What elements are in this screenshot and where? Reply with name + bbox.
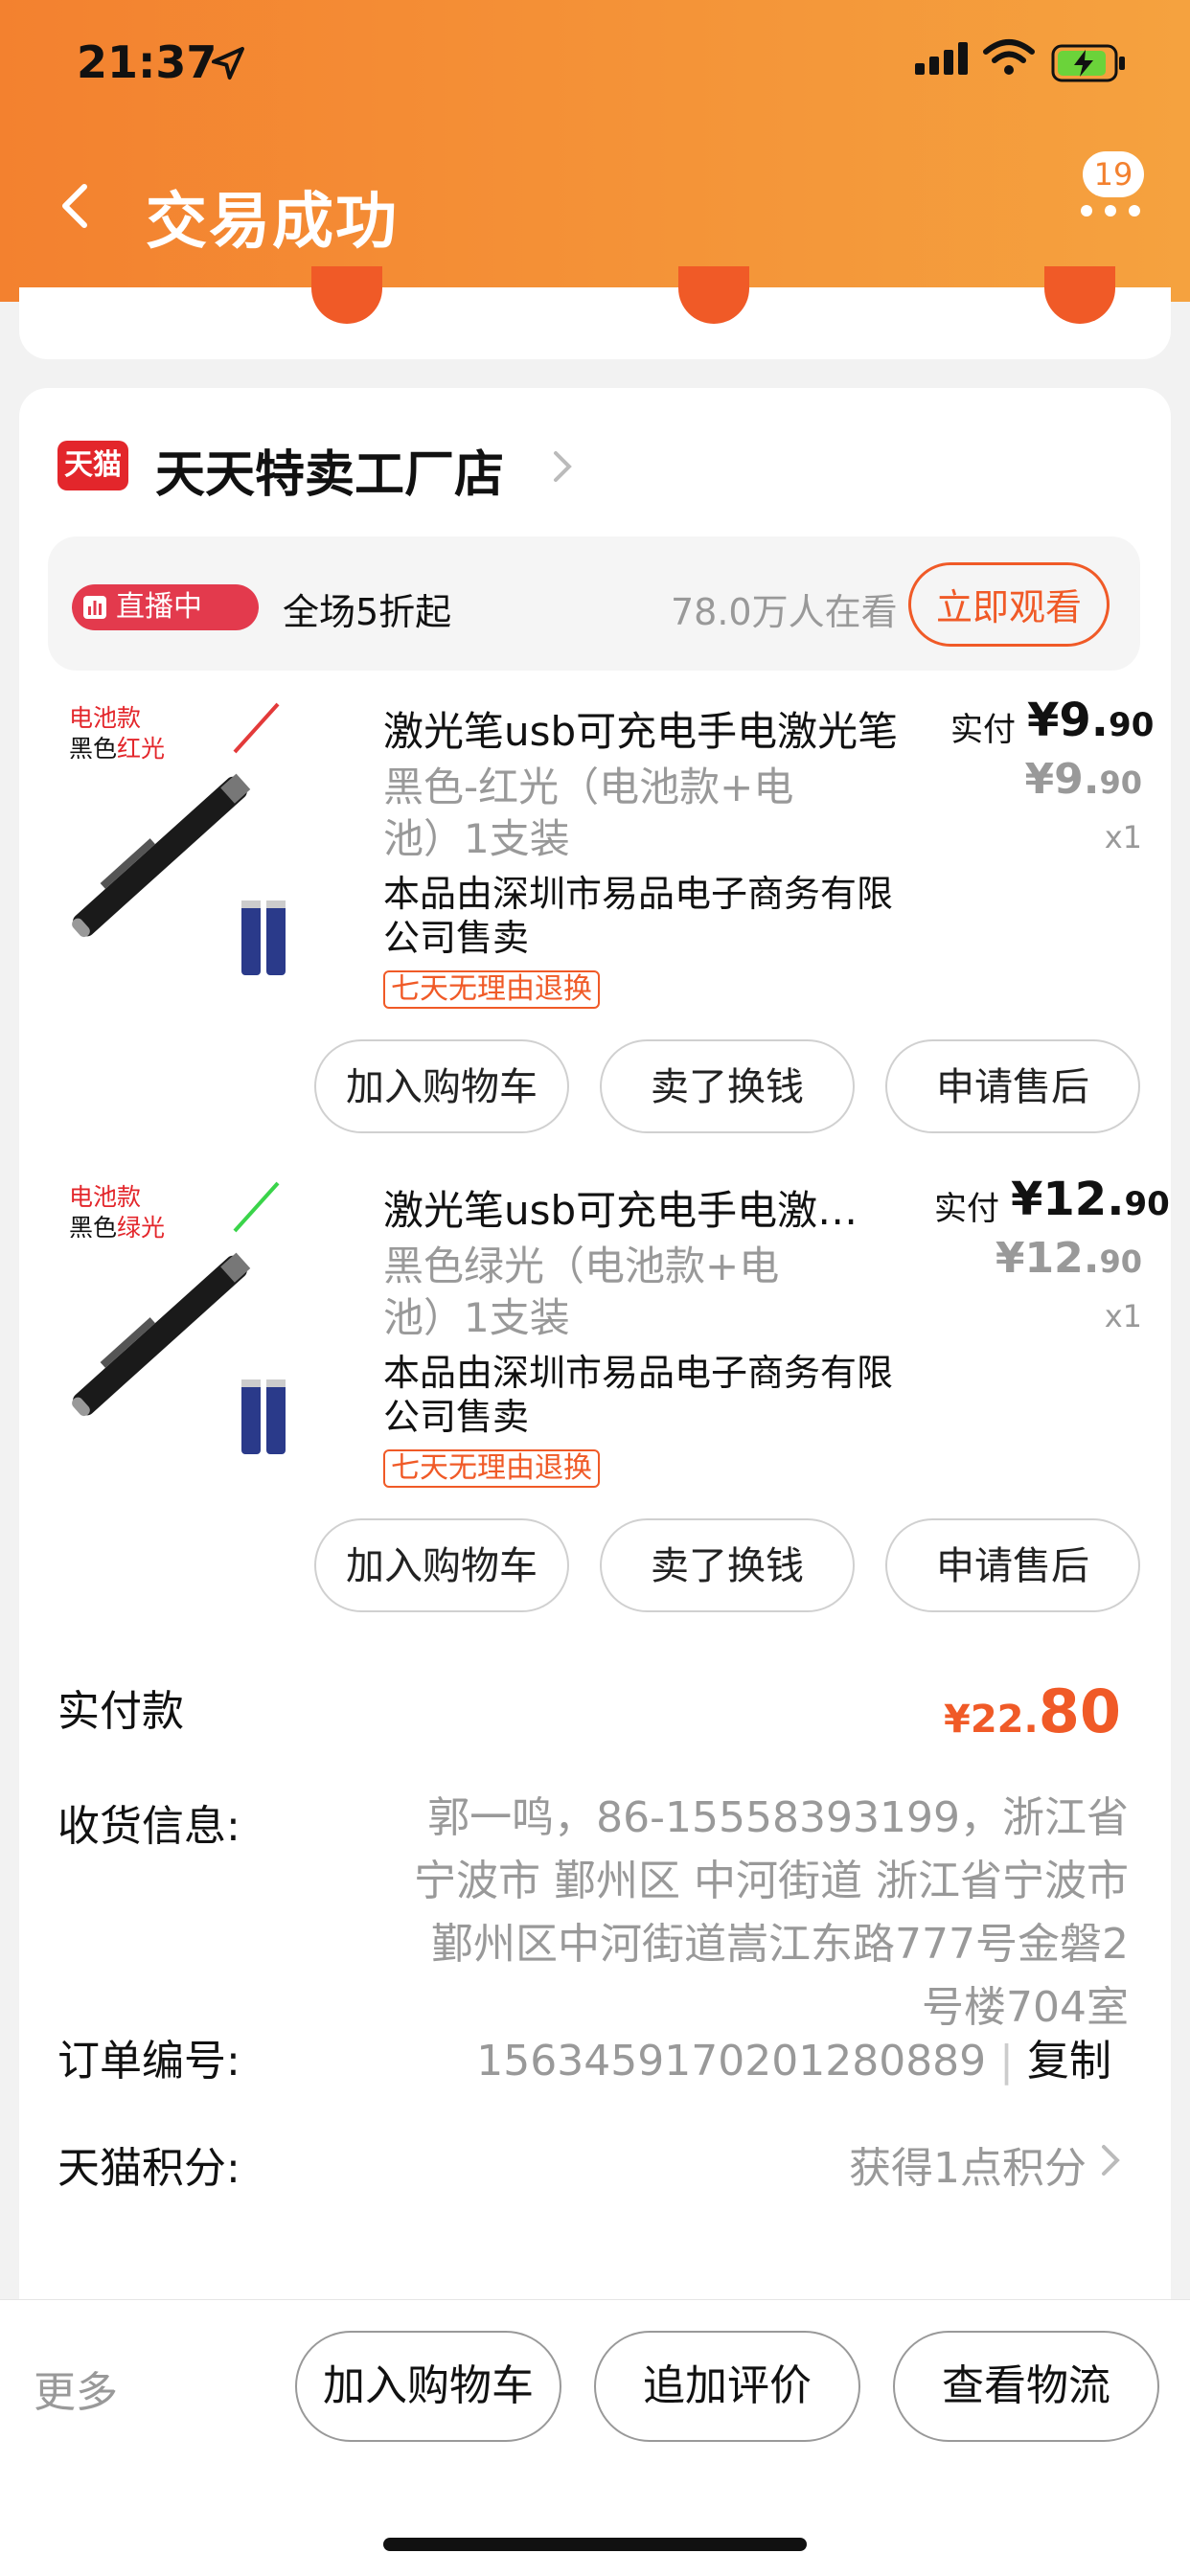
add-to-cart-button[interactable]: 加入购物车 (314, 1039, 569, 1133)
paid-price: ¥12.90 (1011, 1173, 1170, 1226)
points-value[interactable]: 获得1点积分 (849, 2133, 1087, 2195)
location-arrow-icon (212, 47, 244, 80)
live-bars-icon (83, 596, 106, 619)
paid-label: 实付 (934, 1190, 999, 1228)
add-to-cart-button[interactable]: 加入购物车 (295, 2331, 561, 2442)
return-policy-tag: 七天无理由退换 (383, 1449, 600, 1488)
quantity: x1 (1104, 819, 1142, 855)
order-item: 电池款 黑色红光 激光笔usb可充电手电激光笔 实付 ¥9.90 黑色-红光（电… (19, 680, 1171, 1159)
paid-label: 实付 (950, 711, 1016, 749)
order-number-label: 订单编号: (57, 2037, 240, 2086)
live-banner[interactable]: 直播中 全场5折起 78.0万人在看 立即观看 (48, 536, 1140, 671)
order-item: 电池款 黑色绿光 激光笔usb可充电手电激光笔 实付 ¥12.90 黑色绿光（电… (19, 1159, 1171, 1638)
image-tag: 电池款 (69, 1183, 142, 1211)
more-link[interactable]: 更多 (34, 2358, 118, 2419)
total-paid-amount: ¥22.80 (944, 1676, 1121, 1746)
unit-price: ¥12.90 (995, 1234, 1142, 1283)
live-badge-label: 直播中 (116, 590, 202, 624)
after-sales-button[interactable]: 申请售后 (885, 1518, 1140, 1612)
cart-icon[interactable] (678, 266, 749, 324)
seller-info: 本品由深圳市易品电子商务有限公司售卖 (383, 873, 894, 959)
order-card: 天猫 天天特卖工厂店 直播中 全场5折起 78.0万人在看 立即观看 电池款 黑… (19, 388, 1171, 2304)
paid-price: ¥9.90 (1027, 694, 1155, 747)
live-promo-text: 全场5折起 (283, 591, 452, 633)
image-tag: 电池款 (69, 704, 142, 732)
image-tag: 黑色绿光 (69, 1214, 166, 1242)
back-chevron-icon[interactable] (48, 172, 105, 239)
product-sku: 黑色绿光（电池款+电池）1支装 (383, 1242, 780, 1341)
battery-charging-icon (1051, 44, 1125, 82)
chevron-right-icon[interactable] (551, 447, 574, 486)
home-indicator (383, 2538, 807, 2551)
order-number: 1563459170201280889 | 复制 (476, 2037, 1111, 2086)
copy-button[interactable]: 复制 (1027, 2037, 1111, 2086)
unit-price: ¥9.90 (1024, 755, 1142, 804)
header: 21:37 交易成功 19 (0, 0, 1190, 302)
bottom-action-bar: 更多 加入购物车 追加评价 查看物流 (0, 2299, 1190, 2576)
after-sales-button[interactable]: 申请售后 (885, 1039, 1140, 1133)
product-title[interactable]: 激光笔usb可充电手电激光笔 (383, 1178, 891, 1237)
watch-live-button[interactable]: 立即观看 (908, 562, 1110, 647)
tmall-logo: 天猫 (57, 441, 128, 490)
add-to-cart-button[interactable]: 加入购物车 (314, 1518, 569, 1612)
live-badge: 直播中 (72, 584, 259, 630)
image-tag: 黑色红光 (69, 735, 166, 763)
live-viewers: 78.0万人在看 (671, 591, 898, 633)
more-menu-icon[interactable] (1077, 205, 1144, 218)
product-sku: 黑色-红光（电池款+电池）1支装 (383, 764, 794, 862)
total-paid-label: 实付款 (57, 1687, 184, 1736)
status-time: 21:37 (77, 36, 217, 88)
quantity: x1 (1104, 1298, 1142, 1334)
product-title[interactable]: 激光笔usb可充电手电激光笔 (383, 699, 920, 758)
wifi-icon (983, 39, 1035, 75)
add-review-button[interactable]: 追加评价 (594, 2331, 860, 2442)
return-policy-tag: 七天无理由退换 (383, 970, 600, 1009)
resell-button[interactable]: 卖了换钱 (600, 1039, 855, 1133)
shipping-address: 郭一鸣，86-15558393199，浙江省宁波市 鄞州区 中河街道 浙江省宁波… (414, 1793, 1129, 2032)
chevron-right-icon[interactable] (1100, 2141, 1121, 2179)
address-label: 收货信息: (57, 1802, 240, 1851)
shop-name[interactable]: 天天特卖工厂店 (155, 434, 504, 506)
recommendation-card (19, 266, 1171, 359)
cart-icon[interactable] (311, 266, 382, 324)
points-label: 天猫积分: (57, 2144, 240, 2193)
view-logistics-button[interactable]: 查看物流 (893, 2331, 1159, 2442)
message-count-badge[interactable]: 19 (1083, 151, 1144, 197)
resell-button[interactable]: 卖了换钱 (600, 1518, 855, 1612)
cellular-signal-icon (915, 42, 968, 75)
cart-icon[interactable] (1044, 266, 1115, 324)
seller-info: 本品由深圳市易品电子商务有限公司售卖 (383, 1352, 894, 1438)
page-title: 交易成功 (146, 187, 399, 258)
